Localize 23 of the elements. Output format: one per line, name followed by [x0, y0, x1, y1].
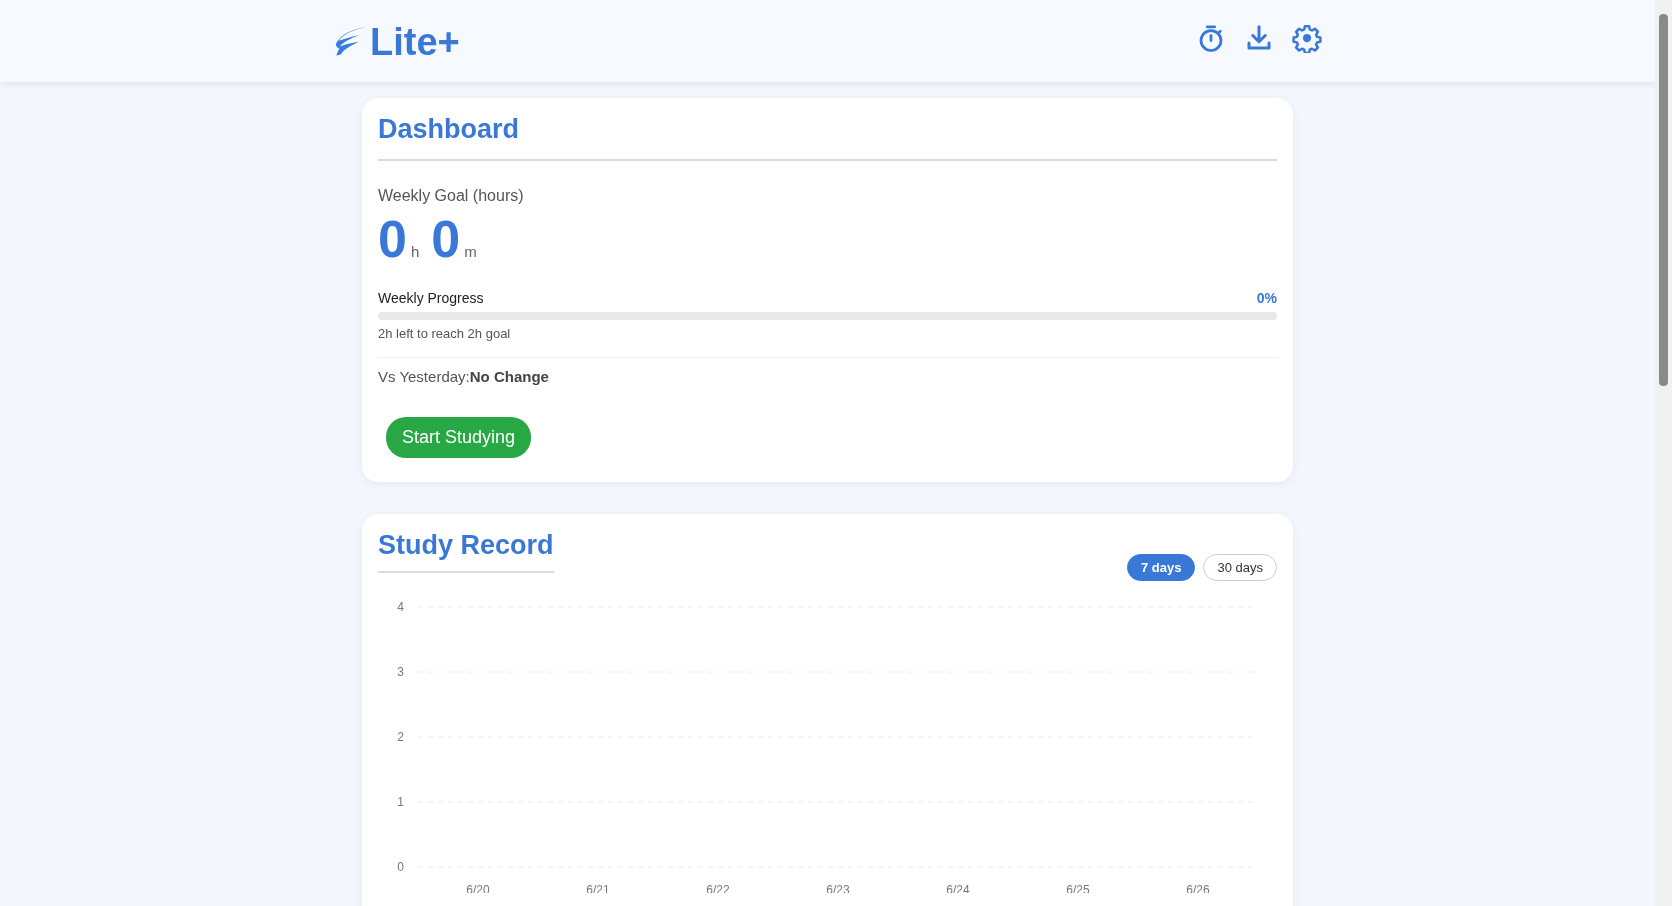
start-studying-button[interactable]: Start Studying: [386, 417, 532, 459]
feather-icon: [334, 25, 368, 59]
remaining-text: 2h left to reach 2h goal: [378, 326, 512, 342]
logo-text[interactable]: Lite+: [370, 20, 460, 64]
hours-value: 0: [378, 211, 407, 269]
progress-label: Weekly Progress: [378, 290, 484, 307]
comparison-text: Vs Yesterday:No Change: [378, 368, 550, 386]
y-axis-label: 2: [397, 730, 404, 745]
scrollbar[interactable]: [1655, 0, 1672, 906]
hours-unit: h: [410, 243, 420, 260]
y-axis-label: 3: [397, 665, 404, 680]
card-title: Study Record: [378, 530, 554, 574]
goal-label: Weekly Goal (hours): [378, 187, 525, 205]
range-tab[interactable]: 7 days: [1126, 554, 1196, 582]
range-tab[interactable]: 30 days: [1203, 554, 1277, 582]
y-axis-label: 0: [397, 860, 404, 875]
y-axis-label: 1: [397, 795, 404, 810]
settings-icon[interactable]: [1292, 23, 1322, 53]
minutes-value: 0: [431, 211, 461, 269]
y-axis-label: 4: [397, 600, 404, 615]
progress-percent: 0%: [1256, 290, 1277, 307]
minutes-unit: m: [464, 243, 477, 260]
card-title: Dashboard: [378, 114, 521, 146]
